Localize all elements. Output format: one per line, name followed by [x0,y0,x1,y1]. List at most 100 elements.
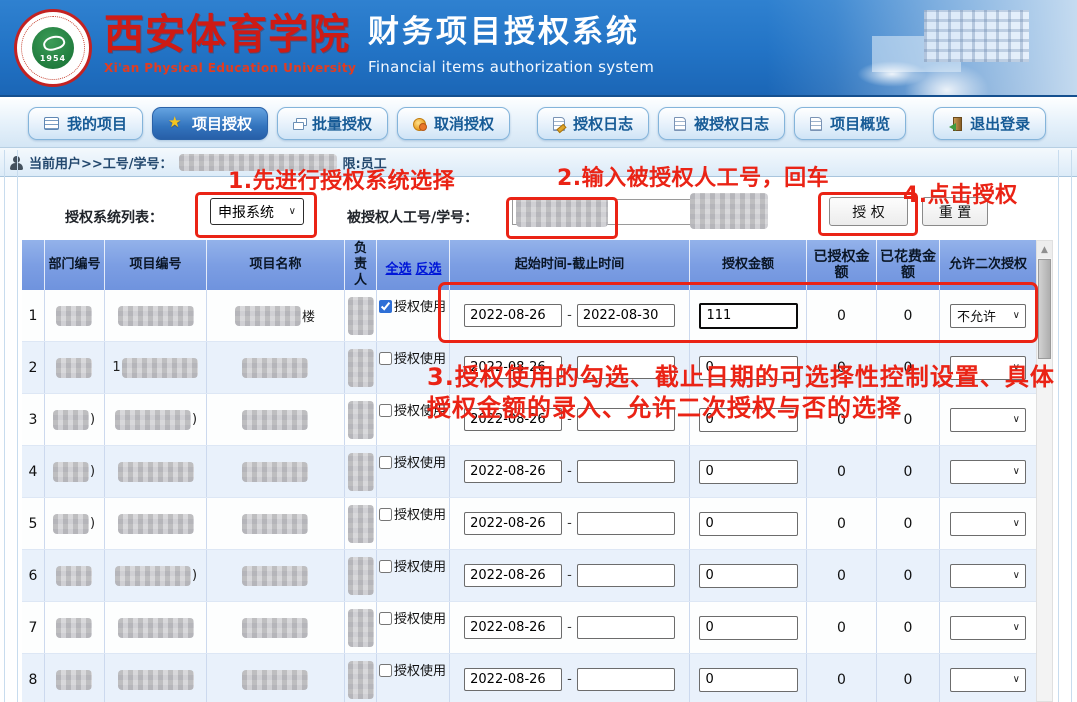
tab-label: 项目概览 [830,113,890,134]
col-project-name: 项目名称 [207,240,345,290]
authorize-use-cell: 授权使用 [377,290,450,341]
authorize-use-cell: 授权使用 [377,394,450,445]
owner-cell [345,550,377,601]
invert-selection-link[interactable]: 反选 [416,261,442,278]
start-date-input[interactable] [464,668,562,691]
start-date-input[interactable] [464,408,562,431]
end-date-input[interactable] [577,460,675,483]
current-user-bar: 当前用户>>工号/学号： 限:员工 [0,148,1077,177]
left-rail-line2 [17,150,18,702]
select-all-link[interactable]: 全选 [385,261,411,278]
start-date-input[interactable] [464,616,562,639]
redacted-project-code [118,306,194,326]
row-number: 7 [22,602,45,653]
tab-label: 取消授权 [434,113,494,134]
authorize-use-checkbox[interactable] [379,300,392,313]
tab-label: 退出登录 [970,113,1030,134]
authorize-use-checkbox[interactable] [379,456,392,469]
tab-我的项目[interactable]: 我的项目 [28,107,143,140]
scroll-up-icon[interactable]: ▲ [1037,241,1052,258]
amount-cell [690,342,807,393]
row-number: 6 [22,550,45,601]
reset-button[interactable]: 重 置 [922,197,988,226]
table-row: 4)授权使用-00∨ [22,446,1036,498]
start-date-input[interactable] [464,460,562,483]
end-date-input[interactable] [577,668,675,691]
secondary-auth-select[interactable]: ∨ [950,564,1026,588]
secondary-auth-select[interactable]: ∨ [950,668,1026,692]
batch-pages-icon [293,122,304,130]
start-date-input[interactable] [464,356,562,379]
time-range-cell: - [450,550,690,601]
start-date-input[interactable] [464,564,562,587]
col-owner: 负责人 [345,240,377,290]
tab-取消授权[interactable]: 取消授权 [397,107,510,140]
end-date-input[interactable] [577,304,675,327]
secondary-auth-select[interactable]: ∨ [950,460,1026,484]
end-date-input[interactable] [577,616,675,639]
amount-input[interactable] [699,616,798,640]
start-date-input[interactable] [464,304,562,327]
secondary-auth-select[interactable]: ∨ [950,512,1026,536]
log-pencil-icon [553,117,565,131]
tab-被授权日志[interactable]: 被授权日志 [658,107,785,140]
secondary-auth-select[interactable]: ∨ [950,616,1026,640]
secondary-auth-cell: ∨ [940,550,1036,601]
logo-year: 1954 [40,54,66,63]
end-date-input[interactable] [577,408,675,431]
authorize-use-checkbox[interactable] [379,664,392,677]
secondary-auth-select[interactable]: ∨ [950,408,1026,432]
end-date-input[interactable] [577,512,675,535]
tab-授权日志[interactable]: 授权日志 [537,107,649,140]
project-name-cell: 楼 [207,290,345,341]
authorize-use-checkbox[interactable] [379,352,392,365]
tab-label: 项目授权 [192,113,252,134]
authorize-use-checkbox[interactable] [379,612,392,625]
dept-code-cell: ) [45,446,105,497]
end-date-input[interactable] [577,564,675,587]
redacted-dept-code [56,306,92,326]
authorize-use-cell: 授权使用 [377,342,450,393]
amount-input[interactable] [699,512,798,536]
system-list-label: 授权系统列表： [65,207,163,227]
vertical-scrollbar[interactable]: ▲ [1036,240,1053,702]
end-date-input[interactable] [577,356,675,379]
authorization-form: 授权系统列表： 申报系统 ∨ 被授权人工号/学号： 授 权 重 置 [0,177,1077,240]
amount-input[interactable] [699,564,798,588]
tab-项目概览[interactable]: 项目概览 [794,107,906,140]
chevron-down-icon: ∨ [1013,414,1020,425]
system-select[interactable]: 申报系统 ∨ [210,198,304,225]
redacted-project-code [115,410,191,430]
authorize-use-cell: 授权使用 [377,498,450,549]
secondary-auth-select[interactable]: ∨ [950,356,1026,380]
spent-amount: 0 [877,550,940,601]
amount-input[interactable] [699,668,798,692]
authorize-use-checkbox[interactable] [379,508,392,521]
secondary-auth-cell: ∨ [940,394,1036,445]
amount-input[interactable] [699,460,798,484]
authorize-use-checkbox[interactable] [379,404,392,417]
amount-input[interactable] [699,356,798,380]
tab-项目授权[interactable]: 项目授权 [152,107,268,140]
project-code-cell [105,602,207,653]
project-code-cell [105,498,207,549]
amount-input[interactable] [699,408,798,432]
redacted-grantee-name [690,193,768,229]
overview-page-icon [810,117,822,131]
university-name-en: Xi'an Physical Education University [104,61,356,75]
secondary-auth-cell: ∨ [940,498,1036,549]
redacted-project-name [242,462,308,482]
secondary-auth-select[interactable]: 不允许∨ [950,304,1026,328]
tab-label: 我的项目 [67,113,127,134]
authorized-amount: 0 [807,654,877,702]
scrollbar-thumb[interactable] [1038,259,1051,359]
log-page-icon [674,117,686,131]
authorize-use-checkbox[interactable] [379,560,392,573]
row-number: 1 [22,290,45,341]
start-date-input[interactable] [464,512,562,535]
col-project-code: 项目编号 [105,240,207,290]
tab-批量授权[interactable]: 批量授权 [277,107,388,140]
amount-input[interactable] [699,303,798,329]
authorize-button[interactable]: 授 权 [829,197,908,226]
tab-退出登录[interactable]: 退出登录 [933,107,1046,140]
